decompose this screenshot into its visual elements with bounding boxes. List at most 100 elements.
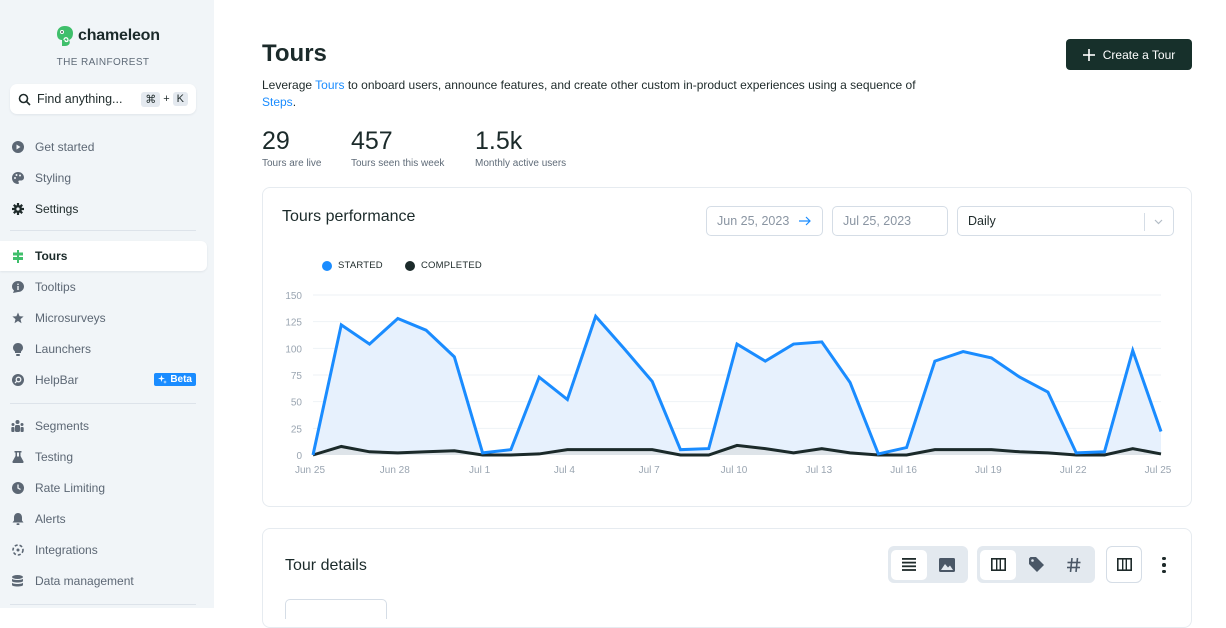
sidebar-item-integrations[interactable]: Integrations: [0, 535, 207, 565]
y-tick-label: 50: [291, 398, 303, 409]
gallery-view-button[interactable]: [929, 550, 965, 580]
stat-monthly-users: 1.5k Monthly active users: [475, 126, 566, 169]
sidebar-item-label: Microsurveys: [35, 311, 106, 325]
sidebar-item-label: Launchers: [35, 342, 91, 356]
sidebar-item-label: Styling: [35, 171, 71, 185]
kebab-dot: [1162, 570, 1166, 574]
sidebar-item-label: Alerts: [35, 512, 66, 526]
plus-icon: [1083, 49, 1095, 61]
desc-text: to onboard users, announce features, and…: [345, 78, 916, 92]
stat-label: Tours seen this week: [351, 158, 444, 169]
sidebar-item-label: Integrations: [35, 543, 98, 557]
y-tick-label: 150: [285, 291, 302, 302]
stat-label: Tours are live: [262, 158, 321, 169]
sidebar-divider: [10, 604, 196, 605]
sidebar-item-tooltips[interactable]: Tooltips: [0, 272, 207, 302]
shortcut-mod-key: ⌘: [141, 92, 160, 107]
page-title: Tours: [262, 40, 327, 68]
desc-text: Leverage: [262, 78, 315, 92]
sidebar-item-segments[interactable]: Segments: [0, 411, 207, 441]
database-icon: [11, 575, 24, 588]
steps-link[interactable]: Steps: [262, 95, 293, 109]
columns-button[interactable]: [980, 550, 1016, 580]
column-toggle-group: [977, 546, 1095, 583]
y-tick-label: 100: [285, 344, 302, 355]
stat-tours-seen: 457 Tours seen this week: [351, 126, 444, 169]
tour-details-card: Tour details: [262, 528, 1192, 628]
sidebar-item-styling[interactable]: Styling: [0, 163, 207, 193]
y-tick-label: 125: [285, 318, 302, 329]
list-icon: [902, 558, 916, 571]
sidebar-item-label: Testing: [35, 450, 73, 464]
search-input[interactable]: Find anything... ⌘ + K: [10, 84, 196, 114]
sidebar-item-label: Data management: [35, 574, 134, 588]
integrations-icon: [11, 544, 24, 557]
hash-icon: [1067, 558, 1081, 572]
sidebar-item-label: Get started: [35, 140, 94, 154]
sidebar-item-microsurveys[interactable]: Microsurveys: [0, 303, 207, 333]
gear-icon: [11, 203, 24, 216]
y-tick-label: 75: [291, 371, 303, 382]
create-tour-button[interactable]: Create a Tour: [1066, 39, 1192, 70]
info-bubble-icon: [11, 281, 24, 294]
sidebar-item-alerts[interactable]: Alerts: [0, 504, 207, 534]
x-tick-label: Jul 13: [805, 465, 832, 476]
sidebar-item-get-started[interactable]: Get started: [0, 132, 207, 162]
chameleon-logo-icon: [56, 25, 74, 47]
sidebar-item-tours[interactable]: Tours: [0, 241, 207, 271]
bell-icon: [11, 513, 24, 526]
tours-link[interactable]: Tours: [315, 78, 344, 92]
tour-details-title: Tour details: [285, 557, 367, 575]
x-tick-label: Jul 4: [554, 465, 576, 476]
sparkle-icon: [158, 375, 167, 384]
sidebar-item-label: Tooltips: [35, 280, 76, 294]
sidebar-item-label: Segments: [35, 419, 89, 433]
performance-card: Tours performance Jun 25, 2023 Jul 25, 2…: [262, 187, 1192, 507]
x-tick-label: Jul 19: [975, 465, 1002, 476]
list-view-button[interactable]: [891, 550, 927, 580]
sidebar-item-label: HelpBar: [35, 373, 78, 387]
sidebar-item-label: Tours: [35, 249, 67, 263]
sidebar-item-label: Settings: [35, 202, 78, 216]
flask-icon: [11, 451, 24, 464]
clock-icon: [11, 482, 24, 495]
performance-chart: 0255075100125150Jun 25Jun 28Jul 1Jul 4Ju…: [263, 188, 1193, 508]
x-tick-label: Jun 28: [380, 465, 410, 476]
sidebar-item-launchers[interactable]: Launchers: [0, 334, 207, 364]
more-options-button[interactable]: [1158, 554, 1170, 576]
sidebar-item-helpbar[interactable]: HelpBar Beta: [0, 365, 207, 395]
org-name: THE RAINFOREST: [0, 57, 206, 68]
shortcut-k-key: K: [173, 92, 188, 106]
tag-icon: [1029, 557, 1044, 572]
helpbar-icon: [11, 374, 24, 387]
y-tick-label: 0: [296, 451, 302, 462]
x-tick-label: Jul 16: [890, 465, 917, 476]
tags-button[interactable]: [1018, 550, 1054, 580]
create-tour-label: Create a Tour: [1103, 48, 1176, 62]
sidebar-item-settings[interactable]: Settings: [0, 194, 207, 224]
image-icon: [939, 558, 955, 572]
play-circle-icon: [11, 141, 24, 154]
filter-button[interactable]: [285, 599, 387, 619]
sidebar-divider: [10, 230, 196, 231]
column-settings-button[interactable]: [1106, 546, 1142, 583]
sidebar-item-rate-limiting[interactable]: Rate Limiting: [0, 473, 207, 503]
desc-text: .: [293, 95, 296, 109]
x-tick-label: Jul 7: [639, 465, 661, 476]
beta-badge-label: Beta: [170, 374, 192, 385]
beta-badge: Beta: [154, 373, 196, 386]
brand-logo[interactable]: chameleon: [56, 25, 160, 47]
kebab-dot: [1162, 563, 1166, 567]
x-tick-label: Jul 22: [1060, 465, 1087, 476]
hash-button[interactable]: [1056, 550, 1092, 580]
stat-label: Monthly active users: [475, 158, 566, 169]
search-placeholder: Find anything...: [37, 92, 141, 106]
stat-value: 1.5k: [475, 126, 566, 156]
shortcut-plus: +: [163, 93, 169, 105]
sidebar: chameleon THE RAINFOREST Find anything..…: [0, 0, 214, 608]
x-tick-label: Jul 10: [721, 465, 748, 476]
sidebar-item-testing[interactable]: Testing: [0, 442, 207, 472]
sidebar-item-data-management[interactable]: Data management: [0, 566, 207, 596]
search-icon: [18, 93, 31, 106]
main-content: Tours Create a Tour Leverage Tours to on…: [214, 0, 1226, 608]
